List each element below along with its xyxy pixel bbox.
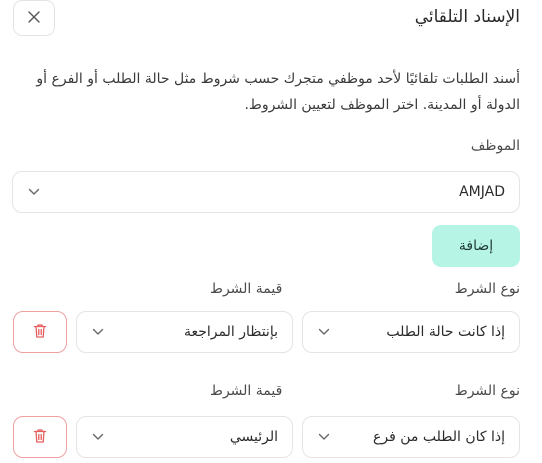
dialog-description: أسند الطلبات تلقائيًا لأحد موظفي متجرك ح… xyxy=(36,71,520,113)
chevron-down-icon xyxy=(317,325,331,339)
condition-type-label: نوع الشرط xyxy=(454,281,520,297)
employee-select-value: AMJAD xyxy=(459,184,505,200)
condition-value-label: قيمة الشرط xyxy=(210,281,283,297)
condition-type-value: إذا كان الطلب من فرع xyxy=(373,429,505,445)
condition-type-select[interactable]: إذا كانت حالة الطلب xyxy=(302,311,520,353)
delete-condition-button[interactable] xyxy=(13,416,67,458)
condition-value-select[interactable]: الرئيسي xyxy=(76,416,293,458)
condition-value-label: قيمة الشرط xyxy=(210,383,283,399)
dialog-title: الإسناد التلقائي xyxy=(414,7,520,27)
employee-select[interactable]: AMJAD xyxy=(12,171,520,213)
condition-type-value: إذا كانت حالة الطلب xyxy=(386,324,505,340)
chevron-down-icon xyxy=(91,430,105,444)
trash-icon xyxy=(33,428,47,447)
chevron-down-icon xyxy=(317,430,331,444)
close-button[interactable] xyxy=(13,0,55,36)
condition-value-value: الرئيسي xyxy=(229,429,278,445)
condition-value-select[interactable]: بإنتظار المراجعة xyxy=(76,311,293,353)
chevron-down-icon xyxy=(91,325,105,339)
add-condition-button[interactable]: إضافة xyxy=(432,225,520,267)
close-icon xyxy=(27,10,41,27)
condition-value-value: بإنتظار المراجعة xyxy=(183,324,278,340)
employee-label: الموظف xyxy=(470,138,520,154)
condition-type-select[interactable]: إذا كان الطلب من فرع xyxy=(302,416,520,458)
condition-type-label: نوع الشرط xyxy=(454,383,520,399)
delete-condition-button[interactable] xyxy=(13,311,67,353)
chevron-down-icon xyxy=(27,185,41,199)
trash-icon xyxy=(33,323,47,342)
